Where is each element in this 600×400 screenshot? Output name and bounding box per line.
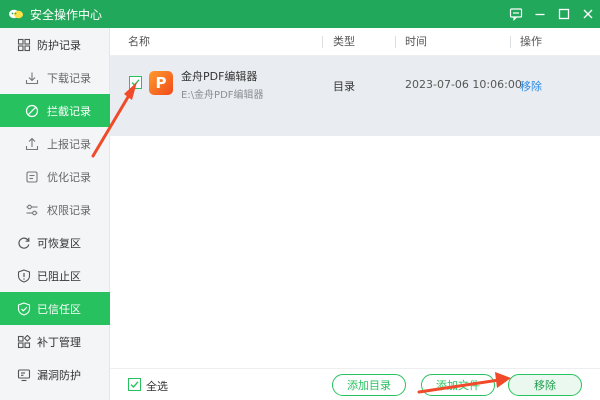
add-directory-button[interactable]: 添加目录 — [332, 374, 406, 396]
column-header-action: 操作 — [520, 35, 542, 48]
row-remove-link[interactable]: 移除 — [520, 78, 542, 94]
optimize-icon — [26, 170, 38, 183]
window-controls — [504, 0, 600, 28]
sidebar-item-label: 可恢复区 — [37, 236, 81, 250]
column-header-type: 类型 — [333, 35, 355, 48]
trusted-shield-icon — [17, 301, 31, 316]
block-icon — [25, 104, 39, 117]
sidebar-item-label: 补丁管理 — [37, 335, 81, 349]
sidebar-item-label: 漏洞防护 — [37, 368, 81, 382]
title-bar: 安全操作中心 — [0, 0, 600, 28]
download-icon — [25, 72, 39, 84]
sidebar-item-report-records[interactable]: 上报记录 — [0, 127, 110, 160]
minimize-button[interactable] — [528, 0, 552, 28]
sidebar-item-optimize-records[interactable]: 优化记录 — [0, 160, 110, 193]
shield-grid-icon — [17, 38, 31, 51]
column-header-time: 时间 — [405, 35, 427, 48]
row-path: E:\金舟PDF编辑器 — [181, 90, 264, 101]
restore-icon — [18, 237, 30, 249]
permission-icon — [26, 204, 38, 215]
window-title: 安全操作中心 — [30, 7, 103, 22]
row-time: 2023-07-06 10:06:00 — [405, 78, 522, 91]
select-all-label[interactable]: 全选 — [146, 378, 168, 394]
blocked-shield-icon — [17, 268, 31, 283]
sidebar-item-label: 已信任区 — [37, 302, 81, 316]
app-logo-icon — [9, 9, 23, 19]
maximize-icon — [558, 8, 570, 20]
sidebar: 防护记录 下载记录 拦截记录 上报记录 优化记录 权限记录 可恢复区 已阻止区 … — [0, 28, 110, 400]
column-divider — [510, 36, 511, 48]
feedback-icon — [509, 8, 523, 21]
sidebar-item-restorable-zone[interactable]: 可恢复区 — [0, 226, 110, 259]
sidebar-item-label: 拦截记录 — [47, 104, 91, 118]
patch-icon — [17, 334, 31, 348]
pdf-editor-app-icon: P — [149, 71, 173, 95]
table-row[interactable]: P 金舟PDF编辑器 E:\金舟PDF编辑器 目录 2023-07-06 10:… — [110, 56, 600, 136]
sidebar-item-intercept-records[interactable]: 拦截记录 — [0, 94, 110, 127]
sidebar-item-protection-records[interactable]: 防护记录 — [0, 28, 110, 61]
sidebar-item-label: 上报记录 — [47, 137, 91, 151]
row-type: 目录 — [333, 80, 355, 93]
column-divider — [322, 36, 323, 48]
add-file-button[interactable]: 添加文件 — [421, 374, 495, 396]
app-window: 安全操作中心 防护记录 下载记录 拦截记录 上报记录 优化记录 权限记录 可恢复… — [0, 0, 600, 400]
sidebar-item-patch-management[interactable]: 补丁管理 — [0, 325, 110, 358]
sidebar-item-blocked-zone[interactable]: 已阻止区 — [0, 259, 110, 292]
minimize-icon — [535, 13, 545, 16]
select-all-checkbox[interactable] — [128, 378, 141, 391]
row-checkbox[interactable] — [129, 76, 142, 89]
row-name: 金舟PDF编辑器 — [181, 70, 258, 83]
feedback-button[interactable] — [504, 0, 528, 28]
table-header: 名称 类型 时间 操作 — [110, 28, 600, 56]
main-panel: 名称 类型 时间 操作 P 金舟PDF编辑器 E:\金舟PDF编辑器 目录 20… — [110, 28, 600, 400]
maximize-button[interactable] — [552, 0, 576, 28]
upload-icon — [25, 137, 39, 150]
sidebar-item-label: 权限记录 — [47, 203, 91, 217]
column-header-name: 名称 — [128, 35, 150, 48]
sidebar-item-label: 优化记录 — [47, 170, 91, 184]
close-icon — [583, 9, 593, 19]
vulnerability-icon — [17, 368, 31, 381]
close-button[interactable] — [576, 0, 600, 28]
sidebar-item-trusted-zone[interactable]: 已信任区 — [0, 292, 110, 325]
sidebar-item-vulnerability-protection[interactable]: 漏洞防护 — [0, 358, 110, 391]
remove-button[interactable]: 移除 — [508, 374, 582, 396]
checkmark-icon — [131, 79, 140, 87]
sidebar-item-permission-records[interactable]: 权限记录 — [0, 193, 110, 226]
checkmark-icon — [130, 381, 139, 389]
sidebar-item-label: 下载记录 — [47, 71, 91, 85]
column-divider — [395, 36, 396, 48]
sidebar-item-download-records[interactable]: 下载记录 — [0, 61, 110, 94]
footer-bar: 全选 添加目录 添加文件 移除 — [110, 368, 600, 400]
sidebar-item-label: 防护记录 — [37, 38, 81, 52]
sidebar-item-label: 已阻止区 — [37, 269, 81, 283]
